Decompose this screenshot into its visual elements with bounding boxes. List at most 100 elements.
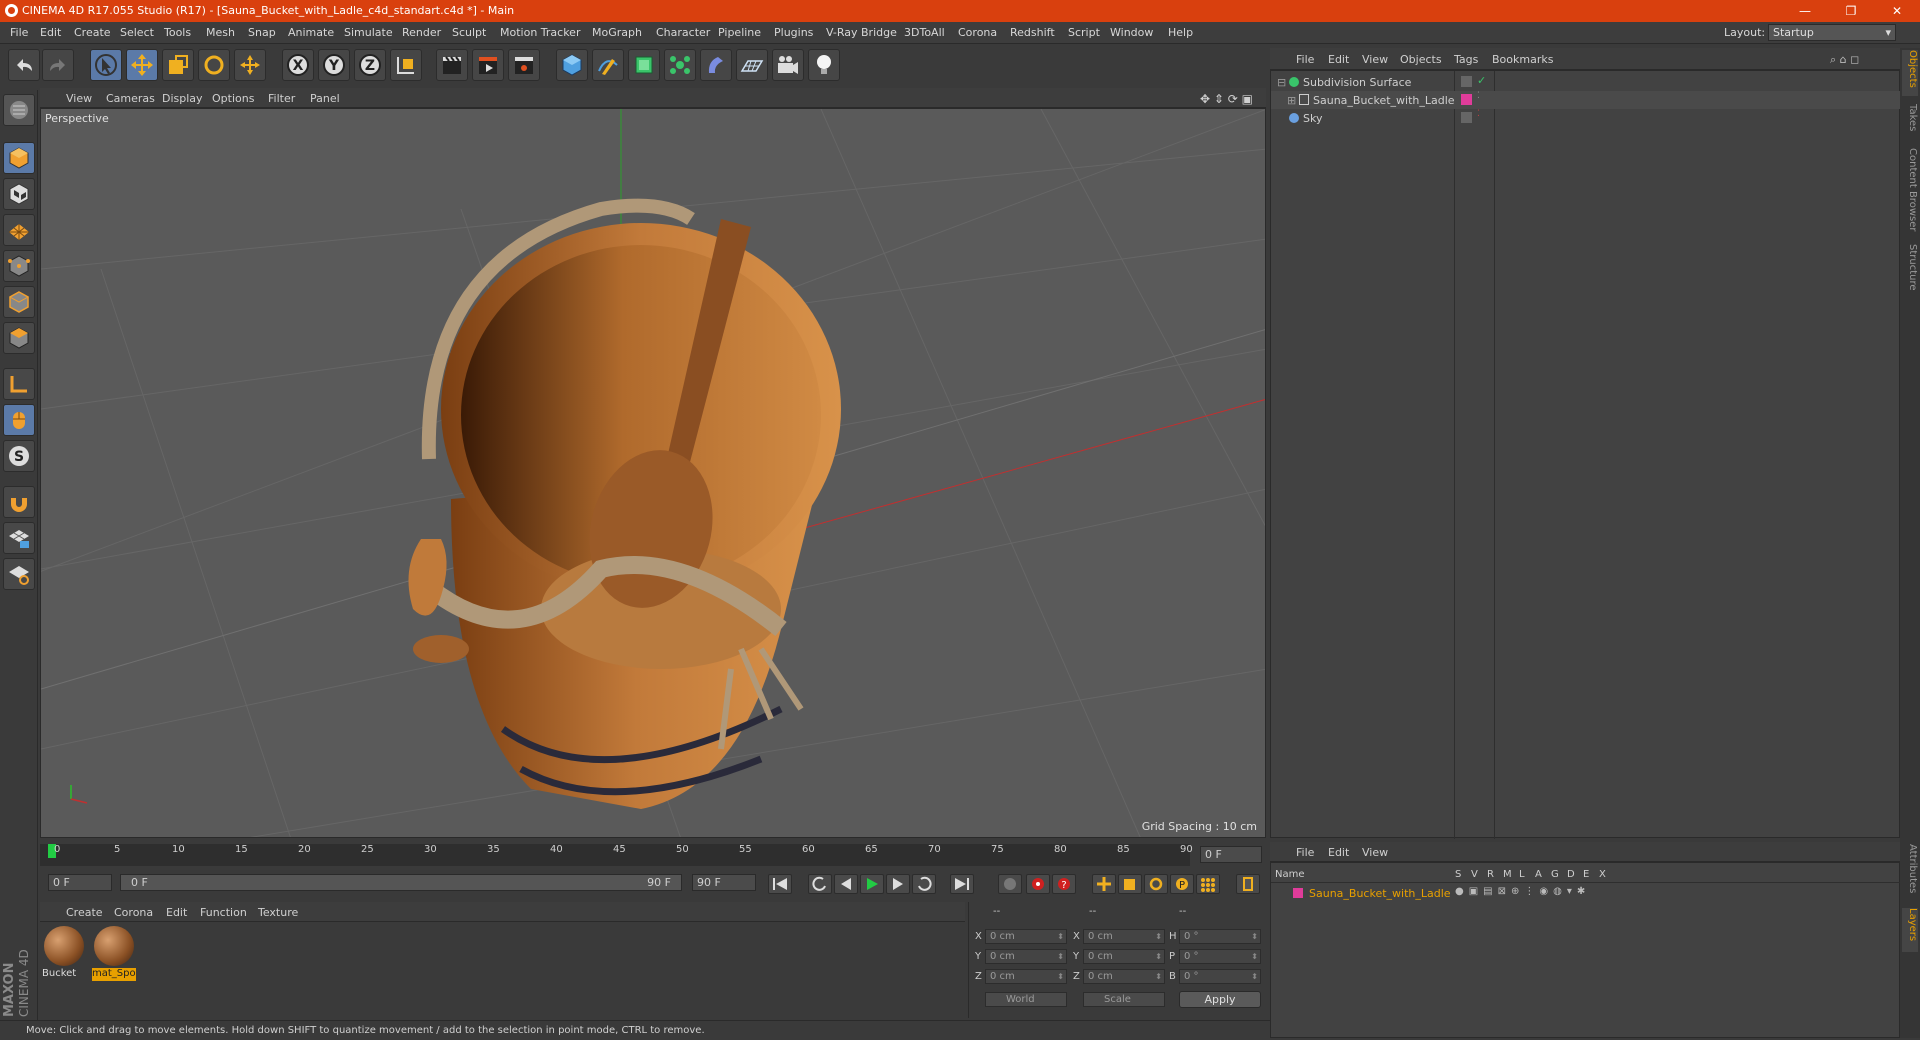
viewport-menu-display[interactable]: Display <box>162 92 203 105</box>
menu-window[interactable]: Window <box>1110 26 1153 39</box>
x-axis-button[interactable]: X <box>282 49 314 81</box>
layer-header-animation[interactable]: A <box>1535 869 1542 880</box>
layer-header-generators[interactable]: G <box>1551 869 1559 880</box>
previous-frame-button[interactable] <box>834 874 858 894</box>
rot-p-field[interactable]: 0 ° <box>1179 949 1261 964</box>
pos-z-field[interactable]: 0 cm <box>985 969 1067 984</box>
edges-mode-button[interactable] <box>3 286 35 318</box>
recent-tool-button[interactable] <box>234 49 266 81</box>
pos-y-field[interactable]: 0 cm <box>985 949 1067 964</box>
close-button[interactable]: ✕ <box>1874 0 1920 22</box>
planar-workplane-button[interactable] <box>3 558 35 590</box>
camera-button[interactable] <box>772 49 804 81</box>
deformer-button[interactable] <box>700 49 732 81</box>
material-menu-edit[interactable]: Edit <box>166 906 187 919</box>
object-row-subdivision-surface[interactable]: ⊟ Subdivision Surface ✓ <box>1271 73 1901 91</box>
object-row-sky[interactable]: Sky ⁚ <box>1271 109 1901 127</box>
layer-tag-icon[interactable] <box>1461 112 1472 123</box>
material-menu-texture[interactable]: Texture <box>258 906 298 919</box>
tab-layers[interactable]: Layers <box>1902 908 1918 952</box>
viewport-menu-cameras[interactable]: Cameras <box>106 92 155 105</box>
layer-menu-view[interactable]: View <box>1362 846 1388 859</box>
undo-button[interactable] <box>8 49 40 81</box>
object-menu-file[interactable]: File <box>1296 53 1314 66</box>
menu-3dtoall[interactable]: 3DToAll <box>904 26 945 39</box>
tab-attributes[interactable]: Attributes <box>1902 844 1918 902</box>
layer-header-view[interactable]: V <box>1471 869 1478 880</box>
restore-button[interactable]: ❐ <box>1828 0 1874 22</box>
layer-header-solo[interactable]: S <box>1455 869 1461 880</box>
key-scale-button[interactable] <box>1118 874 1142 894</box>
y-axis-button[interactable]: Y <box>318 49 350 81</box>
layer-row[interactable]: Sauna_Bucket_with_Ladle ●▣▤⊠⊕⋮◉◍▾✱ <box>1271 885 1901 901</box>
tab-takes[interactable]: Takes <box>1902 104 1918 140</box>
make-editable-button[interactable] <box>3 94 35 126</box>
perspective-viewport[interactable]: Perspective Grid Spacing : 10 cm <box>40 108 1266 838</box>
material-menu-corona[interactable]: Corona <box>114 906 153 919</box>
points-mode-button[interactable] <box>3 250 35 282</box>
next-frame-button[interactable] <box>886 874 910 894</box>
model-mode-button[interactable] <box>3 142 35 174</box>
key-rotation-button[interactable] <box>1144 874 1168 894</box>
move-tool-button[interactable] <box>126 49 158 81</box>
object-menu-view[interactable]: View <box>1362 53 1388 66</box>
floor-button[interactable] <box>736 49 768 81</box>
cube-object-button[interactable] <box>556 49 588 81</box>
menu-file[interactable]: File <box>10 26 28 39</box>
visibility-dots-icon[interactable]: ⁚ <box>1477 109 1480 119</box>
material-menu-create[interactable]: Create <box>66 906 103 919</box>
key-parameter-button[interactable]: P <box>1170 874 1194 894</box>
menu-edit[interactable]: Edit <box>40 26 61 39</box>
menu-render[interactable]: Render <box>402 26 441 39</box>
menu-corona[interactable]: Corona <box>958 26 997 39</box>
layer-tag-icon[interactable] <box>1461 76 1472 87</box>
size-z-field[interactable]: 0 cm <box>1083 969 1165 984</box>
menu-vray-bridge[interactable]: V-Ray Bridge <box>826 26 897 39</box>
record-button[interactable] <box>1026 874 1050 894</box>
size-x-field[interactable]: 0 cm <box>1083 929 1165 944</box>
layer-menu-edit[interactable]: Edit <box>1328 846 1349 859</box>
layer-header-xref[interactable]: X <box>1599 869 1606 880</box>
menu-create[interactable]: Create <box>74 26 111 39</box>
menu-tools[interactable]: Tools <box>164 26 191 39</box>
rot-h-field[interactable]: 0 ° <box>1179 929 1261 944</box>
apply-button[interactable]: Apply <box>1179 991 1261 1008</box>
viewport-menu-filter[interactable]: Filter <box>268 92 295 105</box>
object-menu-bookmarks[interactable]: Bookmarks <box>1492 53 1553 66</box>
layer-name[interactable]: Sauna_Bucket_with_Ladle <box>1309 887 1451 900</box>
enable-axis-button[interactable] <box>3 368 35 400</box>
layout-dropdown[interactable]: Startup <box>1768 24 1896 41</box>
layer-color-swatch[interactable] <box>1461 94 1472 105</box>
menu-simulate[interactable]: Simulate <box>344 26 393 39</box>
layer-toggle-icons[interactable]: ●▣▤⊠⊕⋮◉◍▾✱ <box>1455 886 1590 897</box>
menu-motion-tracker[interactable]: Motion Tracker <box>500 26 580 39</box>
layer-header-name[interactable]: Name <box>1275 869 1305 880</box>
layer-header-locked[interactable]: L <box>1519 869 1525 880</box>
go-to-end-button[interactable] <box>950 874 974 894</box>
layer-menu-file[interactable]: File <box>1296 846 1314 859</box>
viewport-menu-options[interactable]: Options <box>212 92 254 105</box>
menu-animate[interactable]: Animate <box>288 26 334 39</box>
rotate-tool-button[interactable] <box>198 49 230 81</box>
menu-mesh[interactable]: Mesh <box>206 26 235 39</box>
menu-pipeline[interactable]: Pipeline <box>718 26 761 39</box>
preview-range-slider[interactable]: 0 F 90 F <box>120 874 682 891</box>
menu-help[interactable]: Help <box>1168 26 1193 39</box>
coordinate-space-dropdown[interactable]: World <box>985 992 1067 1007</box>
tab-content-browser[interactable]: Content Browser <box>1902 148 1918 238</box>
material-bucket[interactable]: Bucket <box>42 926 86 982</box>
menu-select[interactable]: Select <box>120 26 154 39</box>
solo-button[interactable]: S <box>3 440 35 472</box>
menu-character[interactable]: Character <box>656 26 710 39</box>
autokey-button[interactable]: ? <box>1052 874 1076 894</box>
menu-sculpt[interactable]: Sculpt <box>452 26 486 39</box>
z-axis-button[interactable]: Z <box>354 49 386 81</box>
polygons-mode-button[interactable] <box>3 322 35 354</box>
layer-header-expressions[interactable]: E <box>1583 869 1589 880</box>
start-frame-field[interactable]: 0 F <box>48 874 112 891</box>
viewport-menu-panel[interactable]: Panel <box>310 92 340 105</box>
layer-header-deformers[interactable]: D <box>1567 869 1575 880</box>
tree-expand-icon[interactable]: ⊞ <box>1287 94 1296 107</box>
current-frame-field[interactable]: 0 F <box>1200 846 1262 863</box>
redo-button[interactable] <box>42 49 74 81</box>
